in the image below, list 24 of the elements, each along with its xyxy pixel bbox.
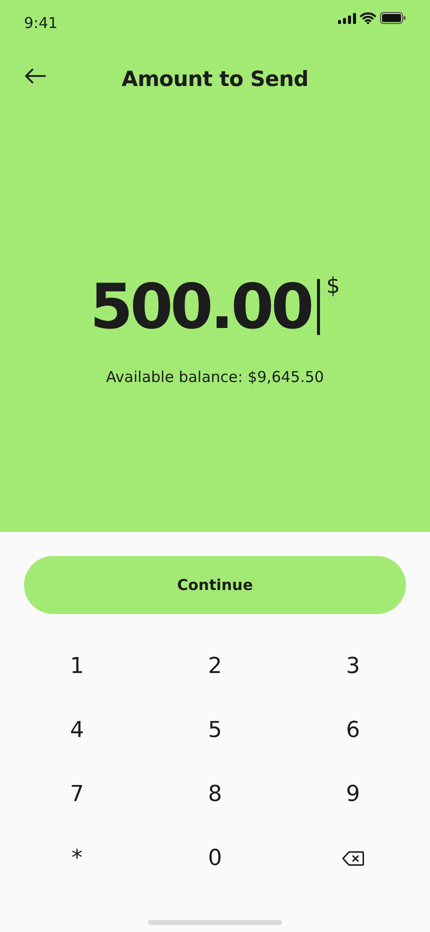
status-time: 9:41: [24, 13, 58, 34]
keypad-key[interactable]: *: [8, 826, 146, 890]
screen-title: Amount to Send: [122, 67, 308, 93]
back-arrow-icon: [24, 68, 46, 84]
keypad-key[interactable]: 9: [284, 762, 422, 826]
available-balance: Available balance: $9,645.50: [105, 367, 325, 388]
keypad-key[interactable]: 8: [146, 762, 284, 826]
continue-button[interactable]: Continue: [24, 556, 406, 614]
amount-value: 500.00: [90, 276, 312, 338]
keypad-key[interactable]: 3: [284, 634, 422, 698]
keypad-key[interactable]: 5: [146, 698, 284, 762]
text-cursor: [317, 279, 320, 335]
keypad-key[interactable]: 1: [8, 634, 146, 698]
keypad-key[interactable]: 6: [284, 698, 422, 762]
wifi-icon: [360, 12, 376, 24]
currency-symbol: $: [326, 276, 340, 298]
signal-icon: [338, 12, 356, 24]
keypad-key[interactable]: 7: [8, 762, 146, 826]
back-button[interactable]: [22, 66, 48, 86]
keypad-key[interactable]: 0: [146, 826, 284, 890]
battery-icon: [380, 12, 406, 24]
keypad-key[interactable]: 4: [8, 698, 146, 762]
keypad-key[interactable]: 2: [146, 634, 284, 698]
backspace-icon: [342, 850, 364, 866]
